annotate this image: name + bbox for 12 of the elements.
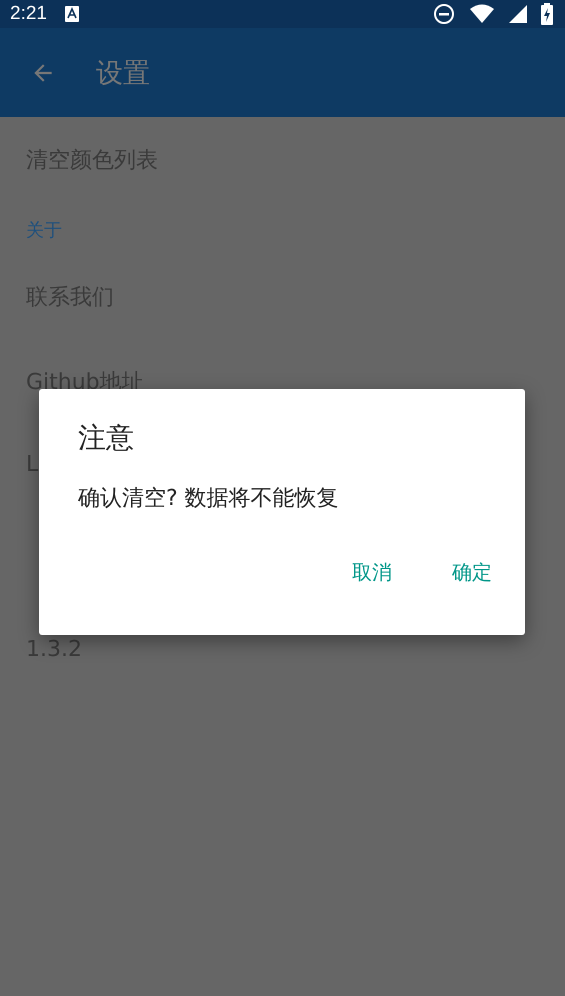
section-header: 关于 [25,219,63,243]
notification-icon [64,6,79,22]
battery-charging-icon [541,3,553,25]
toolbar-title: 设置 [96,56,150,90]
dialog-button[interactable]: 确定 [432,549,512,596]
dialog-title: 注意 [78,420,135,456]
dialog-button[interactable]: 取消 [332,549,412,596]
signal-icon [509,5,527,23]
clock: 2:21 [10,3,47,25]
wifi-icon [469,4,495,24]
dialog-message: 确认清空? 数据将不能恢复 [78,485,340,513]
do-not-disturb-icon [433,3,455,25]
